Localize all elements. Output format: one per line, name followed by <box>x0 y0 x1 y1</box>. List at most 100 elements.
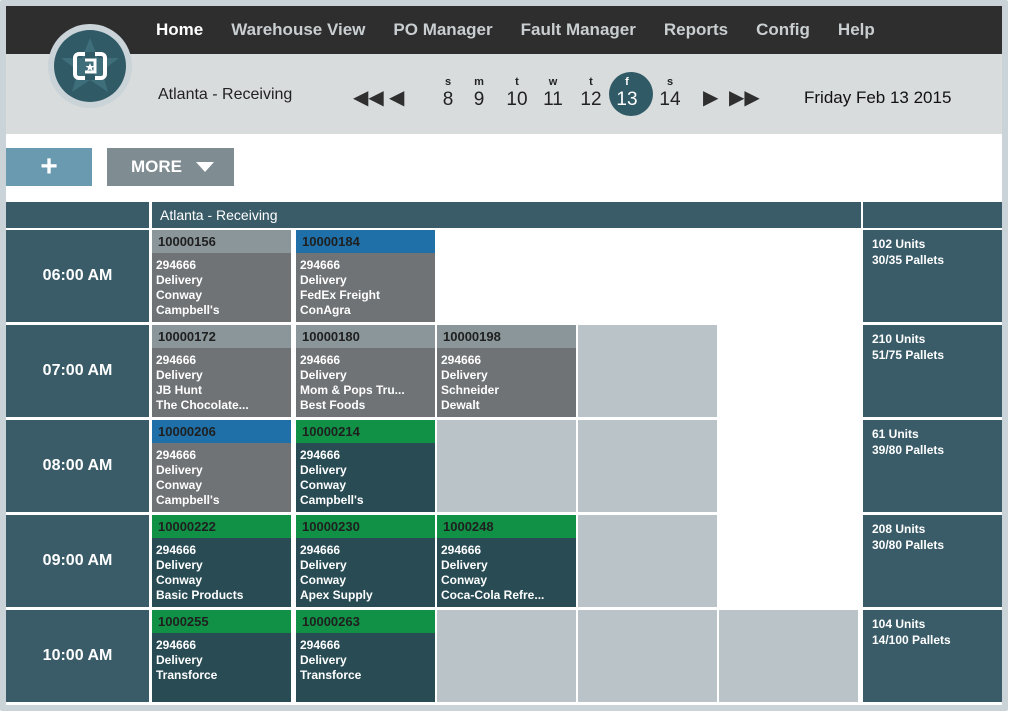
empty-slot[interactable] <box>719 515 858 607</box>
appointment-detail-line: JB Hunt <box>156 383 202 397</box>
appointment-detail-line: Conway <box>156 573 203 587</box>
day-wed-11[interactable]: w 11 <box>535 76 571 112</box>
forward-week-icon[interactable]: ▶▶ <box>729 88 760 108</box>
rewind-week-icon[interactable]: ◀◀ <box>353 88 384 108</box>
appointment-card[interactable]: 10000214 294666 Delivery Conway Campbell's <box>296 420 435 512</box>
appointment-detail-line: Delivery <box>300 653 347 667</box>
appointment-detail-line: Delivery <box>156 653 203 667</box>
day-fri-13[interactable]: f 13 <box>609 76 645 112</box>
app-logo[interactable] <box>48 24 132 108</box>
appointment-id: 10000206 <box>158 424 216 439</box>
empty-slot[interactable] <box>719 325 858 417</box>
appointment-detail-line: Delivery <box>300 558 347 572</box>
main-nav: Home Warehouse View PO Manager Fault Man… <box>156 6 903 54</box>
appointment-id-bar: 10000214 <box>296 420 435 443</box>
appointment-id: 10000198 <box>443 329 501 344</box>
nav-fault-manager[interactable]: Fault Manager <box>521 20 636 40</box>
appointment-detail-line: 294666 <box>156 448 197 462</box>
day-tue-10[interactable]: t 10 <box>499 76 535 112</box>
appointment-detail-line: 294666 <box>441 543 482 557</box>
slot-capacity-summary: 102 Units 30/35 Pallets <box>863 230 1002 322</box>
slot-capacity-summary: 210 Units 51/75 Pallets <box>863 325 1002 417</box>
more-menu-button[interactable]: MORE <box>107 148 234 186</box>
appointment-card[interactable]: 10000263 294666 Delivery Transforce <box>296 610 435 702</box>
appointment-detail-line: Campbell's <box>300 493 364 507</box>
appointment-card[interactable]: 1000255 294666 Delivery Transforce <box>152 610 291 702</box>
empty-slot[interactable] <box>437 230 576 322</box>
empty-slot[interactable] <box>437 420 576 512</box>
appointment-detail-line: Transforce <box>156 668 218 682</box>
appointment-detail-line: 294666 <box>300 543 341 557</box>
day-thu-12[interactable]: t 12 <box>573 76 609 112</box>
appointment-detail-line: 294666 <box>300 638 341 652</box>
appointment-detail-line: Delivery <box>156 463 203 477</box>
appointment-card[interactable]: 10000180 294666 Delivery Mom & Pops Tru... B… <box>296 325 435 417</box>
nav-config[interactable]: Config <box>756 20 810 40</box>
appointment-detail-line: 294666 <box>441 353 482 367</box>
appointment-detail-line: Campbell's <box>156 303 220 317</box>
appointment-detail-line: 294666 <box>156 353 197 367</box>
nav-po-manager[interactable]: PO Manager <box>393 20 492 40</box>
empty-slot[interactable] <box>578 325 717 417</box>
appointment-id-bar: 10000222 <box>152 515 291 538</box>
appointment-detail-line: 294666 <box>156 258 197 272</box>
appointment-card[interactable]: 10000222 294666 Delivery Conway Basic Produc… <box>152 515 291 607</box>
appointment-details: 294666 Delivery Conway Basic Products <box>152 538 291 603</box>
nav-warehouse-view[interactable]: Warehouse View <box>231 20 365 40</box>
next-day-icon[interactable]: ▶ <box>703 88 718 108</box>
appointment-card[interactable]: 10000206 294666 Delivery Conway Campbell's <box>152 420 291 512</box>
nav-reports[interactable]: Reports <box>664 20 728 40</box>
appointment-card[interactable]: 10000198 294666 Delivery Schneider Dewalt <box>437 325 576 417</box>
appointment-details: 294666 Delivery Transforce <box>296 633 435 683</box>
appointment-details: 294666 Delivery Transforce <box>152 633 291 683</box>
grid-header-label: Atlanta - Receiving <box>160 207 278 223</box>
appointment-detail-line: Schneider <box>441 383 500 397</box>
appointment-details: 294666 Delivery Conway Campbell's <box>152 253 291 318</box>
empty-slot[interactable] <box>719 610 858 702</box>
appointment-detail-line: Delivery <box>156 273 203 287</box>
empty-slot[interactable] <box>578 230 717 322</box>
appointment-card[interactable]: 10000230 294666 Delivery Conway Apex Supply <box>296 515 435 607</box>
appointment-card[interactable]: 10000172 294666 Delivery JB Hunt The Chocola… <box>152 325 291 417</box>
day-mon-9[interactable]: m9 <box>461 76 497 112</box>
appointment-id: 10000222 <box>158 519 216 534</box>
appointment-detail-line: 294666 <box>300 258 341 272</box>
app-window: Home Warehouse View PO Manager Fault Man… <box>6 6 1002 705</box>
appointment-detail-line: Dewalt <box>441 398 480 412</box>
appointment-id: 10000263 <box>302 614 360 629</box>
empty-slot[interactable] <box>578 610 717 702</box>
nav-home[interactable]: Home <box>156 20 203 40</box>
add-appointment-button[interactable]: + <box>6 148 92 186</box>
appointment-detail-line: 294666 <box>156 543 197 557</box>
appointment-id-bar: 1000248 <box>437 515 576 538</box>
empty-slot[interactable] <box>437 610 576 702</box>
appointment-detail-line: The Chocolate... <box>156 398 249 412</box>
appointment-card[interactable]: 10000184 294666 Delivery FedEx Freight ConAg… <box>296 230 435 322</box>
slot-capacity-summary: 104 Units 14/100 Pallets <box>863 610 1002 702</box>
logo-star-icon <box>61 38 119 92</box>
time-slot-label: 08:00 AM <box>6 420 149 512</box>
grid-header-time-column <box>6 202 149 228</box>
slot-capacity-summary: 208 Units 30/80 Pallets <box>863 515 1002 607</box>
prev-day-icon[interactable]: ◀ <box>389 88 404 108</box>
appointment-detail-line: Basic Products <box>156 588 244 602</box>
empty-slot[interactable] <box>578 515 717 607</box>
appointment-detail-line: Delivery <box>441 368 488 382</box>
empty-slot[interactable] <box>578 420 717 512</box>
appointment-detail-line: Delivery <box>300 463 347 477</box>
appointment-detail-line: Delivery <box>156 368 203 382</box>
empty-slot[interactable] <box>719 230 858 322</box>
appointment-id-bar: 10000184 <box>296 230 435 253</box>
appointment-id-bar: 10000198 <box>437 325 576 348</box>
appointment-card[interactable]: 1000248 294666 Delivery Conway Coca-Cola Ref… <box>437 515 576 607</box>
day-sat-14[interactable]: s 14 <box>652 76 688 112</box>
appointment-id-bar: 10000230 <box>296 515 435 538</box>
nav-help[interactable]: Help <box>838 20 875 40</box>
appointment-card[interactable]: 10000156 294666 Delivery Conway Campbell's <box>152 230 291 322</box>
summary-line: 51/75 Pallets <box>872 348 945 362</box>
empty-slot[interactable] <box>719 420 858 512</box>
appointment-id: 10000214 <box>302 424 360 439</box>
appointment-details: 294666 Delivery Schneider Dewalt <box>437 348 576 413</box>
appointment-id-bar: 10000263 <box>296 610 435 633</box>
summary-line: 14/100 Pallets <box>872 633 951 647</box>
